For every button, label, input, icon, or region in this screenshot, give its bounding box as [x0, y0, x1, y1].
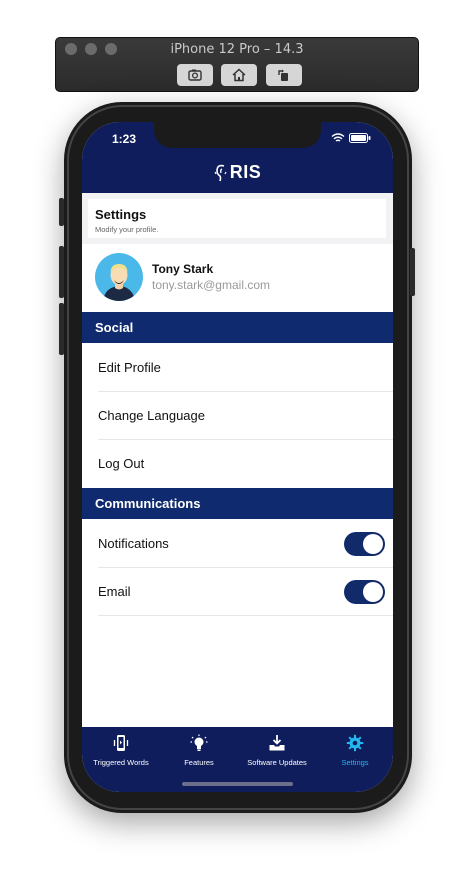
screen-notch — [154, 122, 321, 148]
volume-down-button — [59, 303, 64, 355]
rotate-button[interactable] — [266, 64, 302, 86]
home-icon — [232, 68, 246, 82]
gear-icon — [346, 734, 364, 752]
edit-profile-row[interactable]: Edit Profile — [98, 344, 393, 392]
wifi-icon — [331, 133, 345, 142]
tab-bar: Triggered Words Features Software Update… — [82, 727, 393, 792]
status-time: 1:23 — [112, 132, 137, 146]
tab-label: Settings — [341, 758, 369, 767]
row-label: Log Out — [98, 456, 145, 471]
home-button[interactable] — [221, 64, 257, 86]
log-out-row[interactable]: Log Out — [98, 440, 393, 488]
page-title: Settings — [95, 207, 147, 222]
logo-text: RIS — [229, 162, 262, 182]
email-row: Email — [98, 568, 393, 616]
tab-label: Triggered Words — [93, 758, 149, 767]
phone-vibrate-icon — [113, 735, 129, 751]
profile-name: Tony Stark — [152, 262, 214, 276]
home-indicator[interactable] — [182, 782, 293, 786]
change-language-row[interactable]: Change Language — [98, 392, 393, 440]
tab-label: Software Updates — [247, 758, 307, 767]
settings-card: Settings Modify your profile. — [88, 199, 386, 238]
mute-switch — [59, 198, 64, 226]
section-header-social: Social — [82, 312, 393, 343]
camera-icon — [188, 69, 202, 81]
row-label: Edit Profile — [98, 360, 161, 375]
lightbulb-icon — [190, 734, 208, 751]
toggle-knob — [363, 582, 383, 602]
email-toggle[interactable] — [344, 580, 385, 604]
simulator-window-bar: iPhone 12 Pro – 14.3 — [55, 37, 419, 92]
user-avatar-icon — [103, 264, 135, 301]
tab-features[interactable]: Features — [160, 734, 238, 767]
app-logo: RIS — [82, 162, 393, 183]
tab-label: Features — [184, 758, 214, 767]
toggle-knob — [363, 534, 383, 554]
battery-icon — [349, 133, 371, 143]
tab-triggered-words[interactable]: Triggered Words — [82, 734, 160, 767]
tab-settings[interactable]: Settings — [316, 734, 393, 767]
profile-email: tony.stark@gmail.com — [152, 278, 270, 292]
status-icons — [331, 133, 371, 143]
ear-logo-icon — [214, 164, 227, 181]
notifications-row: Notifications — [98, 520, 393, 568]
simulator-title: iPhone 12 Pro – 14.3 — [170, 42, 304, 57]
settings-header-area: Settings Modify your profile. — [82, 193, 393, 244]
row-label: Email — [98, 584, 131, 599]
volume-up-button — [59, 246, 64, 298]
section-header-communications: Communications — [82, 488, 393, 519]
rotate-icon — [278, 69, 288, 81]
app-screen: 1:23 RIS Settings Modify your profile. T… — [82, 122, 393, 792]
avatar — [95, 253, 143, 301]
page-subtitle: Modify your profile. — [95, 225, 159, 234]
download-tray-icon — [269, 735, 285, 751]
profile-card[interactable]: Tony Stark tony.stark@gmail.com — [82, 246, 393, 312]
row-label: Change Language — [98, 408, 205, 423]
row-label: Notifications — [98, 536, 169, 551]
tab-software-updates[interactable]: Software Updates — [238, 734, 316, 767]
notifications-toggle[interactable] — [344, 532, 385, 556]
screenshot-button[interactable] — [177, 64, 213, 86]
power-button — [410, 248, 415, 296]
